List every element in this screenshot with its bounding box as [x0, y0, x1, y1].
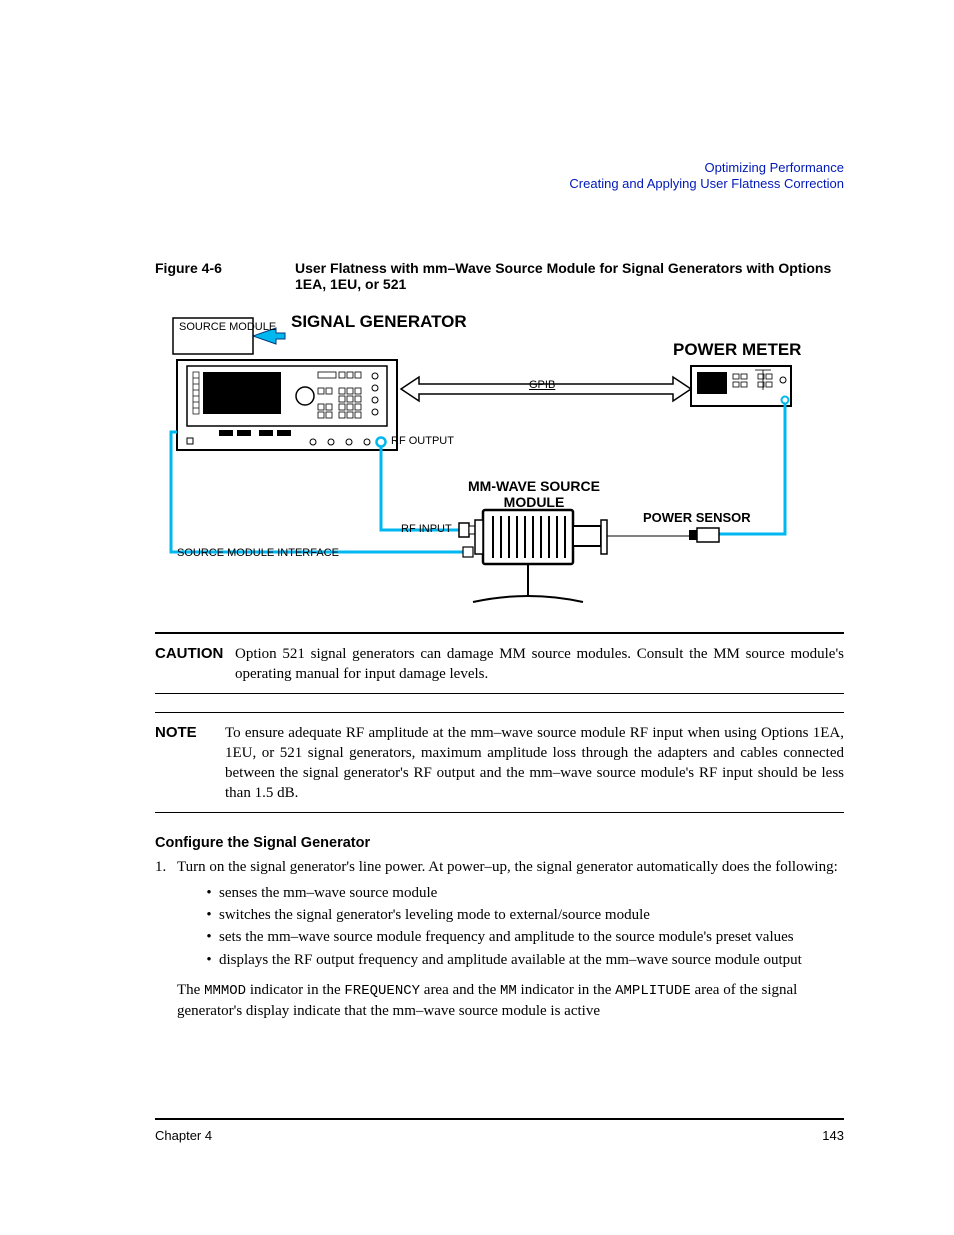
step-text: Turn on the signal generator's line powe…	[177, 857, 844, 877]
figure-title-row: Figure 4-6 User Flatness with mm–Wave So…	[155, 260, 844, 292]
footer-page-number: 143	[822, 1128, 844, 1143]
list-item: •sets the mm–wave source module frequenc…	[199, 927, 844, 947]
indicator-paragraph: The MMMOD indicator in the FREQUENCY are…	[177, 980, 844, 1021]
label-rf-output: RF OUTPUT	[391, 435, 454, 447]
mono-amplitude: AMPLITUDE	[615, 983, 691, 999]
header-line-2: Creating and Applying User Flatness Corr…	[569, 176, 844, 192]
mono-mm: MM	[500, 983, 517, 999]
text-run: indicator in the	[246, 982, 344, 998]
label-mm-wave-line2: MODULE	[459, 494, 609, 510]
text-run: indicator in the	[517, 982, 615, 998]
mono-mmmod: MMMOD	[204, 983, 246, 999]
label-power-sensor: POWER SENSOR	[643, 510, 751, 525]
list-item: •switches the signal generator's levelin…	[199, 905, 844, 925]
bullet-text: displays the RF output frequency and amp…	[219, 950, 844, 970]
equipment-diagram: SOURCE MODULE SIGNAL GENERATOR POWER MET…	[163, 304, 823, 604]
label-mm-wave-line1: MM-WAVE SOURCE	[459, 478, 609, 494]
footer-chapter: Chapter 4	[155, 1128, 212, 1143]
ordered-list: 1. Turn on the signal generator's line p…	[155, 857, 844, 877]
bullet-text: senses the mm–wave source module	[219, 883, 844, 903]
caution-label: CAUTION	[155, 644, 235, 685]
bullet-text: switches the signal generator's leveling…	[219, 905, 844, 925]
figure-label: Figure 4-6	[155, 260, 295, 292]
text-run: area and the	[420, 982, 500, 998]
caution-text: Option 521 signal generators can damage …	[235, 644, 844, 685]
label-source-module: SOURCE MODULE	[179, 321, 276, 334]
label-mm-wave-source: MM-WAVE SOURCE MODULE	[459, 478, 609, 510]
mono-frequency: FREQUENCY	[344, 983, 420, 999]
figure-caption: User Flatness with mm–Wave Source Module…	[295, 260, 844, 292]
bullet-text: sets the mm–wave source module frequency…	[219, 927, 844, 947]
list-item: 1. Turn on the signal generator's line p…	[155, 857, 844, 877]
header-line-1: Optimizing Performance	[569, 160, 844, 176]
bullet-icon: •	[199, 883, 219, 903]
label-rf-input: RF INPUT	[401, 523, 452, 535]
footer-rule	[155, 1118, 844, 1120]
list-item: •senses the mm–wave source module	[199, 883, 844, 903]
label-source-module-interface: SOURCE MODULE INTERFACE	[177, 547, 339, 559]
note-text: To ensure adequate RF amplitude at the m…	[225, 723, 844, 804]
label-signal-generator: SIGNAL GENERATOR	[291, 312, 467, 332]
text-run: The	[177, 982, 204, 998]
section-heading: Configure the Signal Generator	[155, 835, 844, 851]
label-gpib: GPIB	[529, 379, 555, 391]
bullet-icon: •	[199, 905, 219, 925]
bullet-list: •senses the mm–wave source module •switc…	[199, 883, 844, 970]
list-item: •displays the RF output frequency and am…	[199, 950, 844, 970]
label-power-meter: POWER METER	[673, 340, 801, 360]
note-block: NOTE To ensure adequate RF amplitude at …	[155, 712, 844, 813]
caution-block: CAUTION Option 521 signal generators can…	[155, 632, 844, 694]
note-label: NOTE	[155, 723, 225, 804]
page-header: Optimizing Performance Creating and Appl…	[569, 160, 844, 193]
step-number: 1.	[155, 857, 177, 877]
bullet-icon: •	[199, 950, 219, 970]
bullet-icon: •	[199, 927, 219, 947]
